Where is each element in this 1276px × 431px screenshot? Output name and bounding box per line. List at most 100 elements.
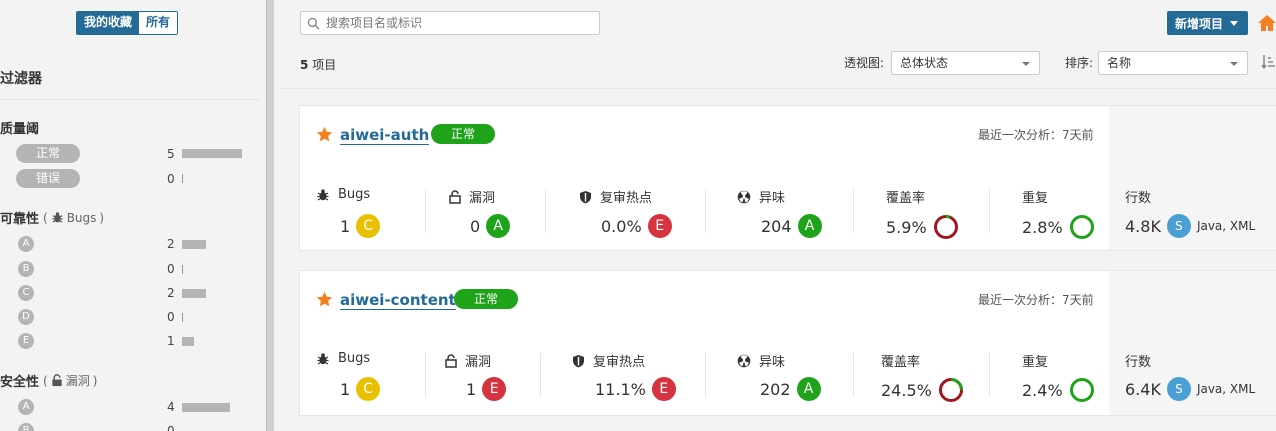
perspective-select[interactable]: 总体状态 bbox=[891, 51, 1040, 75]
hotspots-value[interactable]: 0.0% E bbox=[601, 214, 672, 238]
last-analysis: 最近一次分析：7天前 bbox=[978, 128, 1094, 142]
metric-value-text: 1 bbox=[340, 216, 351, 236]
facet-option-rating-d[interactable]: D bbox=[18, 309, 34, 325]
reliability-facet-title[interactable]: 可靠性 ( Bugs ) bbox=[0, 208, 105, 228]
vulnerabilities-label[interactable]: 漏洞 bbox=[445, 351, 491, 370]
metric-value-text: 2.4% bbox=[1022, 380, 1063, 400]
project-name-link[interactable]: aiwei-auth bbox=[340, 126, 430, 145]
divider bbox=[280, 88, 1276, 89]
search-input[interactable] bbox=[326, 16, 586, 30]
facet-title-label: 安全性 bbox=[0, 375, 40, 390]
metric-value-text: 5.9% bbox=[886, 217, 927, 237]
duplications-label[interactable]: 重复 bbox=[1022, 187, 1048, 206]
hotspots-value[interactable]: 11.1% E bbox=[595, 377, 676, 401]
coverage-donut bbox=[933, 215, 958, 239]
sidebar-resize-handle[interactable] bbox=[266, 0, 274, 431]
vulnerabilities-label[interactable]: 漏洞 bbox=[449, 187, 495, 206]
metric-label-text: 覆盖率 bbox=[881, 355, 921, 370]
all-tab[interactable]: 所有 bbox=[139, 12, 178, 34]
duplications-label[interactable]: 重复 bbox=[1022, 351, 1048, 370]
paren: ) bbox=[99, 210, 105, 225]
divider bbox=[853, 189, 854, 233]
divider bbox=[545, 189, 546, 233]
facet-count: 5 bbox=[167, 147, 175, 161]
facet-subtitle-text: 漏洞 bbox=[65, 374, 90, 388]
facet-bar bbox=[182, 403, 230, 412]
favorites-tab[interactable]: 我的收藏 bbox=[77, 12, 140, 34]
lines-label[interactable]: 行数 bbox=[1125, 351, 1151, 370]
code-smells-value[interactable]: 204 A bbox=[761, 214, 822, 238]
favorites-toggle: 我的收藏 所有 bbox=[76, 11, 179, 35]
metric-value-text: 1 bbox=[466, 379, 477, 399]
project-name-link[interactable]: aiwei-content bbox=[340, 291, 456, 310]
home-icon[interactable] bbox=[1257, 14, 1276, 32]
star-icon[interactable] bbox=[316, 291, 333, 308]
bugs-value[interactable]: 1 C bbox=[340, 377, 381, 401]
bugs-value[interactable]: 1 C bbox=[340, 214, 381, 238]
rating-badge: A bbox=[796, 377, 821, 401]
facet-option-gate-ok[interactable]: 正常 bbox=[16, 144, 80, 163]
bugs-label[interactable]: Bugs bbox=[316, 187, 370, 202]
project-count-unit: 项目 bbox=[312, 58, 337, 72]
perspective-value: 总体状态 bbox=[900, 56, 949, 70]
lines-value[interactable]: 6.4K S Java, XML bbox=[1125, 377, 1255, 401]
facet-option-rating-e[interactable]: E bbox=[18, 333, 34, 349]
facet-count: 2 bbox=[167, 237, 175, 251]
facet-option-rating-b[interactable]: B bbox=[18, 261, 34, 277]
bug-icon bbox=[317, 352, 329, 365]
metric-label-text: 异味 bbox=[759, 191, 786, 206]
project-card: aiwei-content 正常 最近一次分析：7天前 Bugs 1 C 漏洞 … bbox=[299, 270, 1276, 416]
rating-badge: C bbox=[356, 214, 381, 238]
facet-option-gate-error[interactable]: 错误 bbox=[16, 169, 80, 188]
facet-bar bbox=[182, 289, 206, 298]
facet-option-rating-a[interactable]: A bbox=[18, 399, 34, 415]
facet-count: 0 bbox=[167, 172, 175, 186]
duplications-value[interactable]: 2.8% bbox=[1022, 214, 1095, 240]
sort-order-icon[interactable] bbox=[1261, 54, 1275, 70]
facet-option-rating-a[interactable]: A bbox=[18, 236, 34, 252]
coverage-value[interactable]: 5.9% bbox=[886, 214, 959, 240]
hotspots-label[interactable]: 复审热点 bbox=[572, 351, 645, 370]
metric-label-text: 行数 bbox=[1125, 191, 1152, 206]
quality-gate-status-badge: 正常 bbox=[454, 289, 518, 309]
rating-badge: E bbox=[651, 377, 676, 401]
divider bbox=[705, 189, 706, 233]
coverage-value[interactable]: 24.5% bbox=[881, 377, 964, 403]
quality-gate-facet-title[interactable]: 质量阈 bbox=[0, 118, 39, 137]
search-box bbox=[300, 11, 600, 35]
facet-option-rating-b[interactable]: B bbox=[18, 423, 34, 431]
facet-bar bbox=[182, 313, 183, 322]
code-smells-label[interactable]: 异味 bbox=[737, 187, 785, 206]
metric-value-text: 6.4K bbox=[1125, 379, 1161, 399]
sort-select[interactable]: 名称 bbox=[1098, 51, 1248, 75]
divider bbox=[705, 353, 706, 397]
sort-label: 排序: bbox=[1065, 56, 1094, 70]
lines-value[interactable]: 4.8K S Java, XML bbox=[1125, 214, 1255, 238]
code-smells-label[interactable]: 异味 bbox=[737, 351, 785, 370]
chevron-down-icon bbox=[1230, 20, 1239, 26]
metric-label-text: 异味 bbox=[759, 355, 786, 370]
facet-title-label: 质量阈 bbox=[0, 122, 40, 137]
coverage-label[interactable]: 覆盖率 bbox=[886, 187, 925, 206]
facet-count: 1 bbox=[167, 334, 175, 348]
new-project-button[interactable]: 新增项目 bbox=[1167, 11, 1248, 35]
star-icon[interactable] bbox=[316, 126, 333, 143]
bug-icon bbox=[52, 212, 63, 223]
security-facet-title[interactable]: 安全性 ( 漏洞 ) bbox=[0, 371, 97, 391]
coverage-label[interactable]: 覆盖率 bbox=[881, 351, 920, 370]
facet-option-rating-c[interactable]: C bbox=[18, 285, 34, 301]
hotspots-label[interactable]: 复审热点 bbox=[579, 187, 652, 206]
vulnerabilities-value[interactable]: 0 A bbox=[470, 214, 511, 238]
duplications-value[interactable]: 2.4% bbox=[1022, 377, 1095, 403]
metric-label-text: 复审热点 bbox=[593, 355, 646, 370]
lock-icon bbox=[52, 374, 62, 387]
lines-label[interactable]: 行数 bbox=[1125, 187, 1151, 206]
metric-label-text: Bugs bbox=[338, 351, 371, 366]
bugs-label[interactable]: Bugs bbox=[316, 351, 370, 366]
divider bbox=[425, 189, 426, 233]
project-card: aiwei-auth 正常 最近一次分析：7天前 Bugs 1 C 漏洞 0 A… bbox=[299, 105, 1276, 251]
shield-icon bbox=[573, 354, 584, 367]
vulnerabilities-value[interactable]: 1 E bbox=[466, 377, 507, 401]
code-smells-value[interactable]: 202 A bbox=[760, 377, 821, 401]
size-badge: S bbox=[1166, 377, 1191, 401]
